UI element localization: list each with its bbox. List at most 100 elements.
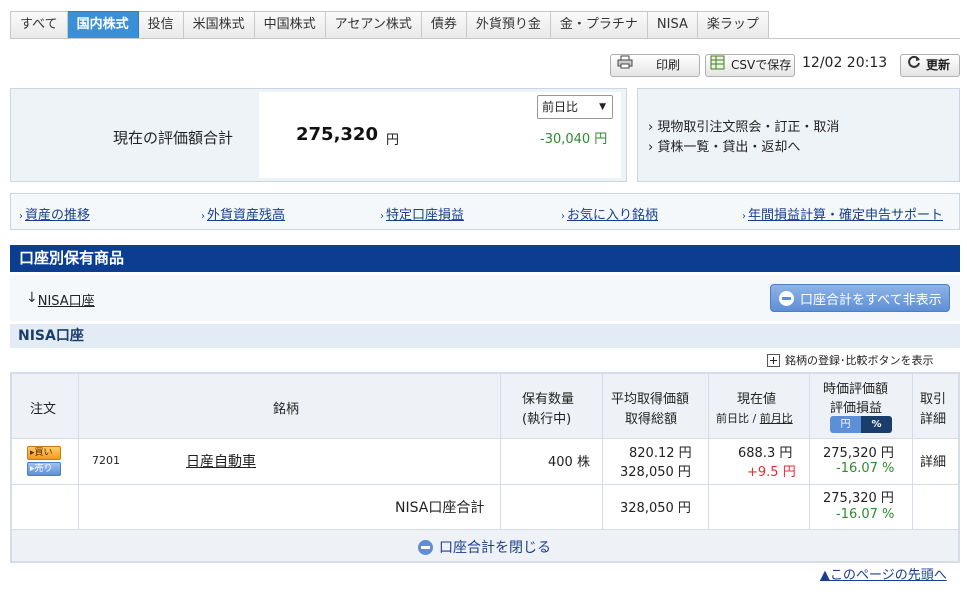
minus-circle-icon — [418, 539, 433, 555]
caret-right-icon: › — [648, 140, 654, 155]
tab-gold-platinum[interactable]: 金・プラチナ — [550, 11, 648, 39]
quick-links-panel: › 現物取引注文照会・訂正・取消 › 貸株一覧・貸出・返却へ — [637, 88, 960, 182]
nisa-total-pl-percent: -16.07 % — [836, 507, 895, 522]
pl-unit-percent[interactable]: % — [861, 416, 892, 433]
sell-button[interactable]: ▸売り — [27, 462, 61, 476]
order-inquiry-label: 現物取引注文照会・訂正・取消 — [657, 120, 840, 135]
col-qty-pending: (執行中) — [522, 412, 572, 427]
holdings-by-account-header: 口座別保有商品 — [10, 245, 960, 272]
current-price: 688.3 円 — [738, 446, 793, 461]
col-qty: 保有数量 — [522, 392, 575, 407]
total-valuation-change: -30,040 円 — [540, 132, 608, 147]
favorites-label: お気に入り銘柄 — [567, 208, 659, 223]
pl-unit-yen[interactable]: 円 — [830, 416, 861, 433]
nisa-anchor-label: NISA口座 — [37, 294, 95, 309]
annual-pl-tax-link[interactable]: › 年間損益計算・確定申告サポート — [742, 204, 943, 223]
csv-label: CSVで保存 — [731, 58, 792, 72]
compare-period-value: 前日比 — [542, 100, 579, 114]
annual-pl-tax-label: 年間損益計算・確定申告サポート — [748, 208, 944, 223]
tab-nisa[interactable]: NISA — [647, 11, 698, 39]
caret-right-icon: › — [648, 120, 654, 135]
close-account-totals-button[interactable]: 口座合計を閉じる — [418, 537, 551, 557]
print-button[interactable]: 印刷 — [610, 54, 700, 77]
nisa-total-cost: 328,050 円 — [620, 501, 691, 516]
tab-asean-stocks[interactable]: アセアン株式 — [325, 11, 422, 39]
tab-rakuwrap[interactable]: 楽ラップ — [697, 11, 769, 39]
order-inquiry-link[interactable]: › 現物取引注文照会・訂正・取消 — [648, 116, 839, 135]
col-trade: 取引 — [920, 392, 947, 407]
plus-box-icon — [767, 353, 780, 367]
csv-save-button[interactable]: CSVで保存 — [705, 54, 795, 77]
month-change-link[interactable]: 前月比 — [760, 412, 793, 425]
nisa-total-label: NISA口座合計 — [395, 500, 485, 516]
printer-icon — [617, 55, 633, 76]
refresh-button[interactable]: 更新 — [900, 54, 960, 77]
down-arrow-icon: ↓ — [26, 290, 38, 306]
tab-domestic-stocks[interactable]: 国内株式 — [67, 11, 139, 39]
refresh-icon — [907, 55, 921, 76]
stock-lending-label: 貸株一覧・貸出・返却へ — [657, 140, 801, 155]
buy-button[interactable]: ▸買い — [27, 446, 61, 460]
print-label: 印刷 — [656, 58, 681, 72]
total-price-cell — [709, 485, 810, 530]
refresh-label: 更新 — [926, 58, 951, 72]
caret-right-icon: › — [742, 211, 746, 222]
specific-account-pl-link[interactable]: › 特定口座損益 — [380, 204, 464, 223]
hide-all-totals-label: 口座合計をすべて非表示 — [800, 292, 942, 308]
dropdown-arrow-icon: ▼ — [599, 102, 606, 112]
total-valuation-label: 現在の評価額合計 — [113, 129, 234, 147]
day-change: +9.5 円 — [747, 465, 796, 480]
col-current-price: 現在値 — [737, 392, 777, 407]
tab-funds[interactable]: 投信 — [138, 11, 184, 39]
total-cost: 328,050 円 — [620, 465, 691, 480]
detail-link[interactable]: 詳細 — [920, 451, 946, 470]
caret-right-icon: › — [201, 211, 205, 222]
caret-right-icon: › — [19, 211, 23, 222]
nisa-account-anchor-link[interactable]: ↓ NISA口座 — [26, 290, 95, 309]
stock-lending-link[interactable]: › 貸株一覧・貸出・返却へ — [648, 136, 800, 155]
col-detail: 詳細 — [920, 412, 947, 427]
nisa-account-title: NISA口座 — [10, 324, 960, 348]
col-market-value: 時価評価額 — [823, 382, 889, 397]
col-unrealized-pl: 評価損益 — [830, 401, 883, 416]
tab-us-stocks[interactable]: 米国株式 — [183, 11, 255, 39]
asset-link-bar: › 資産の推移 › 外貨資産残高 › 特定口座損益 › お気に入り銘柄 › 年間損益計算・… — [10, 193, 960, 230]
col-avg-price: 平均取得価額 — [611, 392, 690, 407]
tab-all[interactable]: すべて — [10, 11, 68, 39]
col-order: 注文 — [30, 402, 57, 417]
col-name: 銘柄 — [273, 402, 300, 417]
foreign-asset-balance-label: 外貨資産残高 — [207, 208, 286, 223]
stock-name-link[interactable]: 日産自動車 — [186, 451, 256, 471]
col-change-switch: 前日比 / 前月比 — [716, 410, 793, 426]
page-top-link[interactable]: ▲このページの先頭へ — [820, 564, 947, 583]
favorites-link[interactable]: › お気に入り銘柄 — [561, 204, 658, 223]
row-name-cell — [79, 439, 501, 485]
compare-period-select[interactable]: 前日比 ▼ — [537, 95, 613, 119]
update-timestamp: 12/02 20:13 — [802, 55, 888, 71]
pl-unit-toggle[interactable]: 円 % — [830, 416, 892, 433]
market-value: 275,320 円 — [823, 446, 894, 461]
holding-qty: 400 株 — [548, 455, 590, 470]
hide-all-totals-button[interactable]: 口座合計をすべて非表示 — [770, 284, 950, 312]
caret-right-icon: › — [380, 211, 384, 222]
show-register-compare-toggle[interactable]: 銘柄の登録･比較ボタンを表示 — [767, 352, 934, 368]
tab-bonds[interactable]: 債券 — [421, 11, 467, 39]
avg-price: 820.12 円 — [629, 446, 692, 461]
foreign-asset-balance-link[interactable]: › 外貨資産残高 — [201, 204, 285, 223]
asset-history-link[interactable]: › 資産の推移 — [19, 204, 90, 223]
specific-account-pl-label: 特定口座損益 — [386, 208, 465, 223]
spreadsheet-icon — [710, 55, 726, 77]
total-valuation-unit: 円 — [386, 133, 400, 148]
total-valuation-value: 275,320 — [296, 124, 378, 145]
tab-foreign-deposits[interactable]: 外貨預り金 — [466, 11, 551, 39]
asset-tabs: すべて 国内株式 投信 米国株式 中国株式 アセアン株式 債券 外貨預り金 金・… — [10, 11, 769, 39]
total-blank-cell — [12, 485, 79, 530]
caret-right-icon: › — [561, 211, 565, 222]
nisa-total-market-value: 275,320 円 — [823, 491, 894, 506]
unrealized-pl-percent: -16.07 % — [836, 461, 895, 476]
day-change-label: 前日比 — [716, 412, 749, 425]
col-total-cost: 取得総額 — [625, 412, 678, 427]
total-qty-cell — [501, 485, 603, 530]
change-separator: / — [749, 412, 760, 425]
tab-china-stocks[interactable]: 中国株式 — [254, 11, 326, 39]
